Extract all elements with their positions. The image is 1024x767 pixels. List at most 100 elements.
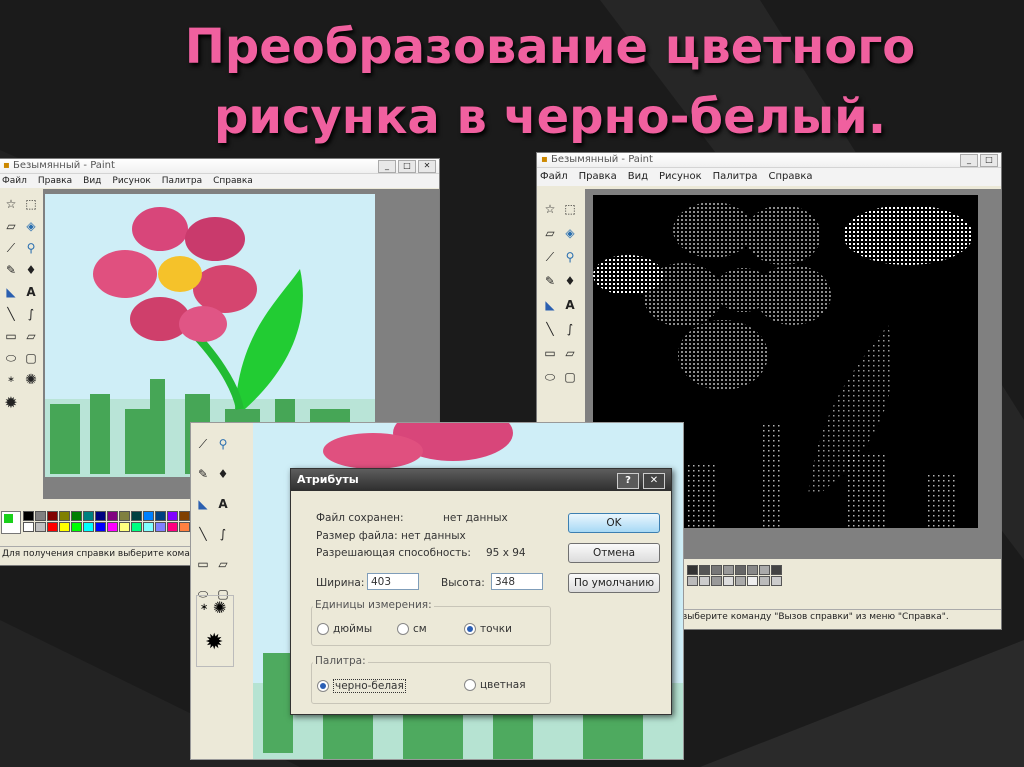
polygon-icon[interactable]: ▱ bbox=[213, 549, 233, 579]
pattern-swatch[interactable] bbox=[699, 565, 710, 575]
swatch[interactable] bbox=[119, 522, 130, 532]
rounded-rect-icon[interactable]: ▢ bbox=[21, 347, 41, 369]
airbrush-icon[interactable]: ◣ bbox=[193, 489, 213, 519]
magnifier-icon[interactable]: ⚲ bbox=[213, 429, 233, 459]
ellipse-icon[interactable]: ⬭ bbox=[540, 365, 560, 389]
pencil-icon[interactable]: ✎ bbox=[193, 459, 213, 489]
swatch[interactable] bbox=[107, 511, 118, 521]
minimize-button[interactable]: _ bbox=[960, 154, 978, 167]
rounded-rect-icon[interactable]: ▢ bbox=[560, 365, 580, 389]
pattern-swatch[interactable] bbox=[723, 576, 734, 586]
swatch[interactable] bbox=[47, 522, 58, 532]
height-field[interactable]: 348 bbox=[491, 573, 543, 590]
swatch[interactable] bbox=[47, 511, 58, 521]
menu-image[interactable]: Рисунок bbox=[112, 174, 150, 188]
curve-icon[interactable]: ∫ bbox=[213, 519, 233, 549]
swatch[interactable] bbox=[71, 522, 82, 532]
swatch[interactable] bbox=[155, 522, 166, 532]
maximize-button[interactable]: □ bbox=[980, 154, 998, 167]
swatch[interactable] bbox=[23, 511, 34, 521]
polygon-icon[interactable]: ▱ bbox=[21, 325, 41, 347]
pattern-swatch[interactable] bbox=[735, 576, 746, 586]
units-inches-radio[interactable]: дюймы bbox=[317, 623, 372, 635]
line-icon[interactable]: ╲ bbox=[193, 519, 213, 549]
brush-icon[interactable]: ♦ bbox=[213, 459, 233, 489]
spray-size-small-icon[interactable]: ∗ bbox=[200, 602, 208, 613]
pattern-swatch[interactable] bbox=[723, 565, 734, 575]
width-field[interactable]: 403 bbox=[367, 573, 419, 590]
swatch[interactable] bbox=[131, 522, 142, 532]
menu-edit[interactable]: Правка bbox=[38, 174, 72, 188]
line-icon[interactable]: ╲ bbox=[540, 317, 560, 341]
swatch[interactable] bbox=[179, 511, 190, 521]
spray-size-xl-icon[interactable]: ✹ bbox=[1, 391, 21, 413]
pattern-swatch[interactable] bbox=[699, 576, 710, 586]
pattern-swatch[interactable] bbox=[771, 576, 782, 586]
eyedropper-icon[interactable]: ⟋ bbox=[1, 237, 21, 259]
swatch[interactable] bbox=[131, 511, 142, 521]
menu-view[interactable]: Вид bbox=[628, 168, 648, 186]
menu-file[interactable]: Файл bbox=[540, 168, 568, 186]
eyedropper-icon[interactable]: ⟋ bbox=[193, 429, 213, 459]
menu-colors[interactable]: Палитра bbox=[713, 168, 758, 186]
swatch[interactable] bbox=[179, 522, 190, 532]
pattern-swatch[interactable] bbox=[759, 565, 770, 575]
pattern-swatch[interactable] bbox=[747, 576, 758, 586]
palette-bw-radio[interactable]: черно-белая bbox=[317, 679, 406, 693]
swatch[interactable] bbox=[143, 511, 154, 521]
swatch[interactable] bbox=[71, 511, 82, 521]
spray-size-xl-icon[interactable]: ✹ bbox=[205, 630, 223, 655]
fill-icon[interactable]: ◈ bbox=[560, 221, 580, 245]
pencil-icon[interactable]: ✎ bbox=[1, 259, 21, 281]
menu-file[interactable]: Файл bbox=[2, 174, 27, 188]
menu-help[interactable]: Справка bbox=[213, 174, 253, 188]
close-button[interactable]: ✕ bbox=[643, 473, 665, 489]
menu-colors[interactable]: Палитра bbox=[162, 174, 202, 188]
rectangle-icon[interactable]: ▭ bbox=[540, 341, 560, 365]
swatch[interactable] bbox=[23, 522, 34, 532]
brush-icon[interactable]: ♦ bbox=[21, 259, 41, 281]
text-icon[interactable]: A bbox=[213, 489, 233, 519]
minimize-button[interactable]: _ bbox=[378, 160, 396, 173]
brush-icon[interactable]: ♦ bbox=[560, 269, 580, 293]
airbrush-icon[interactable]: ◣ bbox=[1, 281, 21, 303]
swatch[interactable] bbox=[35, 511, 46, 521]
star-select-icon[interactable]: ☆ bbox=[540, 197, 560, 221]
pattern-swatch[interactable] bbox=[747, 565, 758, 575]
default-button[interactable]: По умолчанию bbox=[568, 573, 660, 593]
swatch[interactable] bbox=[35, 522, 46, 532]
eyedropper-icon[interactable]: ⟋ bbox=[540, 245, 560, 269]
line-icon[interactable]: ╲ bbox=[1, 303, 21, 325]
menu-view[interactable]: Вид bbox=[83, 174, 101, 188]
rect-select-icon[interactable]: ⬚ bbox=[21, 193, 41, 215]
pattern-swatch[interactable] bbox=[735, 565, 746, 575]
swatch[interactable] bbox=[95, 522, 106, 532]
swatch[interactable] bbox=[119, 511, 130, 521]
eraser-icon[interactable]: ▱ bbox=[1, 215, 21, 237]
rectangle-icon[interactable]: ▭ bbox=[193, 549, 213, 579]
eraser-icon[interactable]: ▱ bbox=[540, 221, 560, 245]
curve-icon[interactable]: ∫ bbox=[21, 303, 41, 325]
pattern-swatch[interactable] bbox=[759, 576, 770, 586]
units-cm-radio[interactable]: см bbox=[397, 623, 427, 635]
magnifier-icon[interactable]: ⚲ bbox=[21, 237, 41, 259]
rectangle-icon[interactable]: ▭ bbox=[1, 325, 21, 347]
pattern-swatch[interactable] bbox=[771, 565, 782, 575]
spray-size-small-icon[interactable]: ∗ bbox=[1, 369, 21, 391]
cancel-button[interactable]: Отмена bbox=[568, 543, 660, 563]
text-icon[interactable]: A bbox=[21, 281, 41, 303]
swatch[interactable] bbox=[59, 522, 70, 532]
pattern-swatch[interactable] bbox=[711, 576, 722, 586]
close-button[interactable]: ✕ bbox=[418, 160, 436, 173]
menu-help[interactable]: Справка bbox=[768, 168, 812, 186]
pattern-swatch[interactable] bbox=[711, 565, 722, 575]
pencil-icon[interactable]: ✎ bbox=[540, 269, 560, 293]
swatch[interactable] bbox=[167, 522, 178, 532]
swatch[interactable] bbox=[95, 511, 106, 521]
magnifier-icon[interactable]: ⚲ bbox=[560, 245, 580, 269]
spray-size-large-icon[interactable]: ✺ bbox=[21, 369, 41, 391]
star-select-icon[interactable]: ☆ bbox=[1, 193, 21, 215]
swatch[interactable] bbox=[107, 522, 118, 532]
rect-select-icon[interactable]: ⬚ bbox=[560, 197, 580, 221]
swatch[interactable] bbox=[83, 511, 94, 521]
